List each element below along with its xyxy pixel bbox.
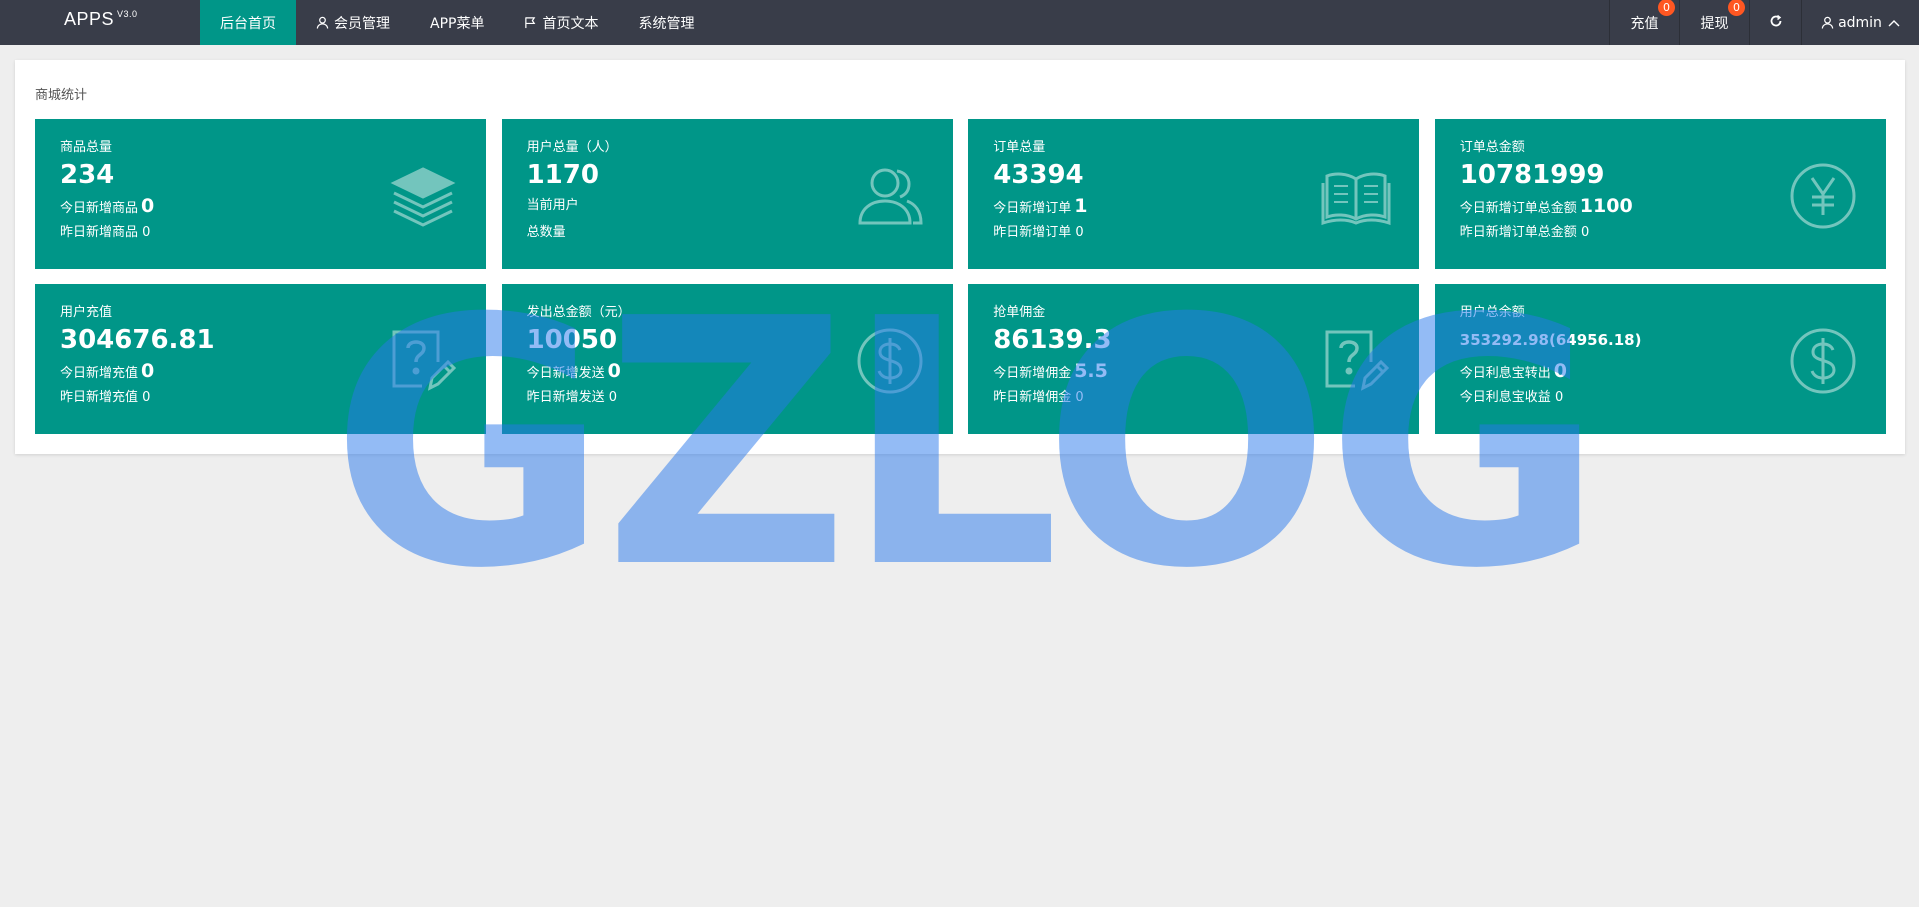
nav-item-home[interactable]: 后台首页: [200, 0, 296, 45]
user-icon: [316, 16, 329, 29]
panel-title: 商城统计: [35, 88, 88, 103]
user-name: admin: [1838, 14, 1882, 31]
nav-item-home-text[interactable]: 首页文本: [504, 0, 618, 45]
stat-card-users[interactable]: 用户总量（人） 1170 当前用户 总数量: [501, 119, 953, 269]
card-line-value: 0: [142, 225, 151, 240]
recharge-badge: 0: [1658, 0, 1675, 16]
top-navbar: APPSV3.0 后台首页 会员管理 APP菜单 首页文本 系统管理 充值 0: [0, 0, 1919, 45]
refresh-icon: [1769, 14, 1783, 32]
card-line-label: 今日新增充值: [60, 366, 139, 381]
chevron-up-icon: [1888, 19, 1900, 27]
card-line-label: 昨日新增商品: [60, 225, 139, 240]
card-line-label: 昨日新增发送: [526, 390, 605, 405]
card-line-value: 1100: [1579, 195, 1633, 217]
card-title: 抢单佣金: [993, 305, 1046, 320]
card-line-value: 0: [1075, 390, 1084, 405]
card-line-label: 昨日新增订单总金额: [1459, 225, 1577, 240]
card-line-value: 0: [1553, 360, 1568, 382]
card-line-label: 昨日新增订单: [993, 225, 1072, 240]
card-title: 订单总量: [993, 140, 1046, 155]
card-line-value: 0: [1075, 225, 1084, 240]
withdraw-button[interactable]: 提现 0: [1679, 0, 1749, 45]
nav-item-label: 系统管理: [638, 15, 695, 32]
nav-item-label: APP菜单: [430, 15, 485, 32]
card-title: 订单总金额: [1459, 140, 1525, 155]
card-title: 用户充值: [60, 305, 113, 320]
nav-item-label: 会员管理: [334, 15, 390, 32]
stats-panel: 商城统计 商品总量 234 今日新增商品 0 昨日新增商品 0 用户总量（人） 1…: [15, 60, 1905, 454]
card-line-value: 5.5: [1074, 360, 1108, 382]
card-line-label: 今日利息宝收益: [1459, 390, 1551, 405]
stat-card-sent-amount[interactable]: 发出总金额（元） 10050 今日新增发送 0 昨日新增发送 0: [501, 284, 953, 434]
recharge-label: 充值: [1630, 15, 1659, 32]
stat-card-products[interactable]: 商品总量 234 今日新增商品 0 昨日新增商品 0: [35, 119, 486, 269]
flag-icon: [524, 16, 537, 29]
question-edit-icon: [1321, 326, 1391, 396]
withdraw-badge: 0: [1728, 0, 1745, 16]
dollar-icon: [855, 326, 925, 396]
right-nav: 充值 0 提现 0 admin: [1609, 0, 1919, 45]
user-menu[interactable]: admin: [1801, 0, 1919, 45]
stat-card-orders[interactable]: 订单总量 43394 今日新增订单 1 昨日新增订单 0: [968, 119, 1420, 269]
card-title: 用户总量（人）: [526, 140, 618, 155]
users-icon: [855, 161, 925, 231]
card-line-value: 0: [608, 390, 618, 405]
recharge-button[interactable]: 充值 0: [1609, 0, 1679, 45]
card-line-label: 今日新增订单: [993, 201, 1072, 216]
stat-card-total-balance[interactable]: 用户总余额 353292.98(64956.18) 今日利息宝转出 0 今日利息宝…: [1434, 284, 1886, 434]
nav-item-label: 首页文本: [542, 15, 599, 32]
card-line-label: 今日新增佣金: [993, 366, 1072, 381]
card-line-label: 今日新增发送: [526, 366, 605, 381]
card-line-value: 0: [1554, 390, 1564, 405]
nav-item-app-menu[interactable]: APP菜单: [410, 0, 504, 45]
user-icon: [1821, 16, 1834, 29]
card-line-label: 当前用户: [526, 198, 579, 213]
card-line-value: 0: [607, 360, 621, 382]
card-line-label: 总数量: [526, 225, 566, 240]
nav-item-label: 后台首页: [220, 15, 276, 32]
main-nav: 后台首页 会员管理 APP菜单 首页文本 系统管理: [200, 0, 714, 45]
stat-card-recharge[interactable]: 用户充值 304676.81 今日新增充值 0 昨日新增充值 0: [35, 284, 486, 434]
nav-item-system[interactable]: 系统管理: [618, 0, 714, 45]
book-icon: [1321, 161, 1391, 231]
card-line-value: 0: [141, 360, 155, 382]
stat-cards: 商品总量 234 今日新增商品 0 昨日新增商品 0 用户总量（人） 1170 当…: [35, 119, 1886, 434]
card-line-value: 0: [141, 195, 155, 217]
card-line-label: 今日利息宝转出: [1459, 366, 1551, 381]
refresh-button[interactable]: [1749, 0, 1801, 45]
card-line-label: 今日新增订单总金额: [1459, 201, 1577, 216]
card-line-value: 1: [1074, 195, 1088, 217]
withdraw-label: 提现: [1700, 15, 1729, 32]
dollar-icon: [1788, 326, 1858, 396]
card-line-value: 0: [142, 390, 151, 405]
app-name: APPS: [64, 9, 115, 29]
layers-icon: [388, 161, 458, 231]
card-title: 商品总量: [60, 140, 113, 155]
card-title: 用户总余额: [1459, 305, 1525, 320]
yen-icon: [1788, 161, 1858, 231]
card-line-label: 今日新增商品: [60, 201, 139, 216]
stat-card-order-amount[interactable]: 订单总金额 10781999 今日新增订单总金额 1100 昨日新增订单总金额 0: [1434, 119, 1886, 269]
question-edit-icon: [388, 326, 458, 396]
stat-card-commission[interactable]: 抢单佣金 86139.3 今日新增佣金 5.5 昨日新增佣金 0: [968, 284, 1420, 434]
card-line-value: 0: [1580, 225, 1590, 240]
app-version: V3.0: [117, 9, 138, 19]
card-line-label: 昨日新增充值: [60, 390, 139, 405]
nav-item-members[interactable]: 会员管理: [296, 0, 410, 45]
app-logo[interactable]: APPS V3.0: [64, 9, 138, 30]
card-title: 发出总金额（元）: [526, 305, 631, 320]
card-line-label: 昨日新增佣金: [993, 390, 1072, 405]
